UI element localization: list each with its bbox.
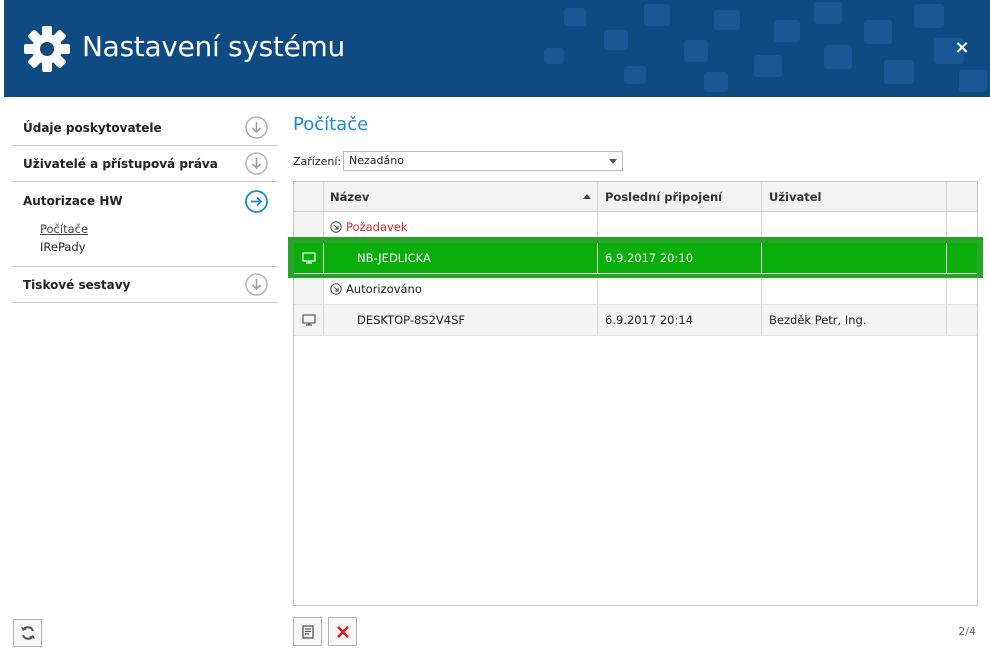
sidebar: Údaje poskytovatele Uživatelé a přístupo… xyxy=(12,110,278,303)
header-uzivatel[interactable]: Uživatel xyxy=(762,182,947,211)
header-icon-column xyxy=(294,182,324,211)
cell-posledni-pripojeni: 6.9.2017 20:14 xyxy=(598,305,762,335)
row-indicator xyxy=(294,212,324,242)
monitor-icon xyxy=(301,314,316,326)
row-indicator xyxy=(294,305,324,335)
sidebar-item-label: Údaje poskytovatele xyxy=(23,120,162,135)
device-filter: Zařízení: Nezadáno xyxy=(293,151,623,171)
table-row[interactable]: NB-JEDLICKA 6.9.2017 20:10 xyxy=(291,240,980,277)
arrow-down-circle-icon[interactable] xyxy=(245,273,268,296)
sidebar-item-label: Uživatelé a přístupová práva xyxy=(23,156,218,171)
chevron-down-icon xyxy=(609,159,617,164)
group-row-autorizovano[interactable]: Autorizováno xyxy=(294,274,977,305)
header-extra xyxy=(947,182,977,211)
refresh-icon xyxy=(20,626,35,640)
header-posledni-pripojeni[interactable]: Poslední připojení xyxy=(598,182,762,211)
refresh-button[interactable] xyxy=(13,619,42,647)
sidebar-subitem-irepady[interactable]: IRePady xyxy=(12,238,278,256)
pager: 2/4 xyxy=(958,625,976,638)
cell-uzivatel xyxy=(762,243,947,273)
cell-uzivatel: Bezděk Petr, Ing. xyxy=(762,305,947,335)
window-header: Nastavení systému × xyxy=(4,0,990,97)
gear-icon xyxy=(24,26,70,72)
column-label: Uživatel xyxy=(769,189,822,204)
arrow-down-circle-icon[interactable] xyxy=(245,152,268,175)
empty-cell xyxy=(598,274,762,304)
sidebar-group-autorizace: Autorizace HW Počítače IRePady xyxy=(12,182,278,267)
computers-table: Název Poslední připojení Uživatel Požada… xyxy=(291,181,980,606)
cell-nazev: DESKTOP-8S2V4SF xyxy=(324,305,598,335)
group-label: Autorizováno xyxy=(346,282,422,296)
collapse-circle-icon[interactable] xyxy=(330,283,342,295)
sidebar-item-tiskove-sestavy[interactable]: Tiskové sestavy xyxy=(12,267,278,303)
close-red-icon xyxy=(336,625,349,638)
empty-cell xyxy=(762,212,947,242)
window-title: Nastavení systému xyxy=(82,30,345,63)
arrow-down-circle-icon[interactable] xyxy=(245,116,268,139)
column-label: Název xyxy=(330,189,370,204)
close-icon[interactable]: × xyxy=(952,38,972,58)
empty-cell xyxy=(598,212,762,242)
group-cell: Autorizováno xyxy=(324,274,598,304)
sidebar-item-label: Autorizace HW xyxy=(23,194,123,208)
sidebar-subitem-pocitace[interactable]: Počítače xyxy=(12,220,278,238)
group-row-pozadavek[interactable]: Požadavek xyxy=(294,212,977,243)
table-header: Název Poslední připojení Uživatel xyxy=(294,182,977,212)
sidebar-item-autorizace-hw[interactable]: Autorizace HW xyxy=(12,182,278,220)
header-nazev[interactable]: Název xyxy=(324,182,598,211)
page-title: Počítače xyxy=(293,114,369,135)
delete-button[interactable] xyxy=(328,617,357,646)
device-label: Zařízení: xyxy=(293,154,342,168)
device-select[interactable]: Nezadáno xyxy=(343,151,623,171)
row-indicator xyxy=(294,243,324,273)
device-select-value: Nezadáno xyxy=(349,154,404,167)
row-indicator xyxy=(294,274,324,304)
sidebar-item-uzivatele[interactable]: Uživatelé a přístupová práva xyxy=(12,146,278,182)
empty-cell xyxy=(762,274,947,304)
edit-button[interactable] xyxy=(293,617,322,646)
arrow-right-circle-icon[interactable] xyxy=(245,190,268,213)
table-row[interactable]: DESKTOP-8S2V4SF 6.9.2017 20:14 Bezděk Pe… xyxy=(294,305,977,336)
empty-cell xyxy=(947,243,977,273)
note-icon xyxy=(301,624,314,639)
empty-cell xyxy=(947,212,977,242)
empty-cell xyxy=(947,305,977,335)
column-label: Poslední připojení xyxy=(605,189,723,204)
cell-nazev: NB-JEDLICKA xyxy=(324,243,598,273)
collapse-circle-icon[interactable] xyxy=(330,221,342,233)
sort-ascending-icon xyxy=(583,194,591,199)
empty-cell xyxy=(947,274,977,304)
group-label: Požadavek xyxy=(346,220,408,234)
group-cell: Požadavek xyxy=(324,212,598,242)
sidebar-item-label: Tiskové sestavy xyxy=(23,277,131,292)
sidebar-item-udaje-poskytovatele[interactable]: Údaje poskytovatele xyxy=(12,110,278,146)
cell-posledni-pripojeni: 6.9.2017 20:10 xyxy=(598,243,762,273)
monitor-icon xyxy=(301,252,316,264)
